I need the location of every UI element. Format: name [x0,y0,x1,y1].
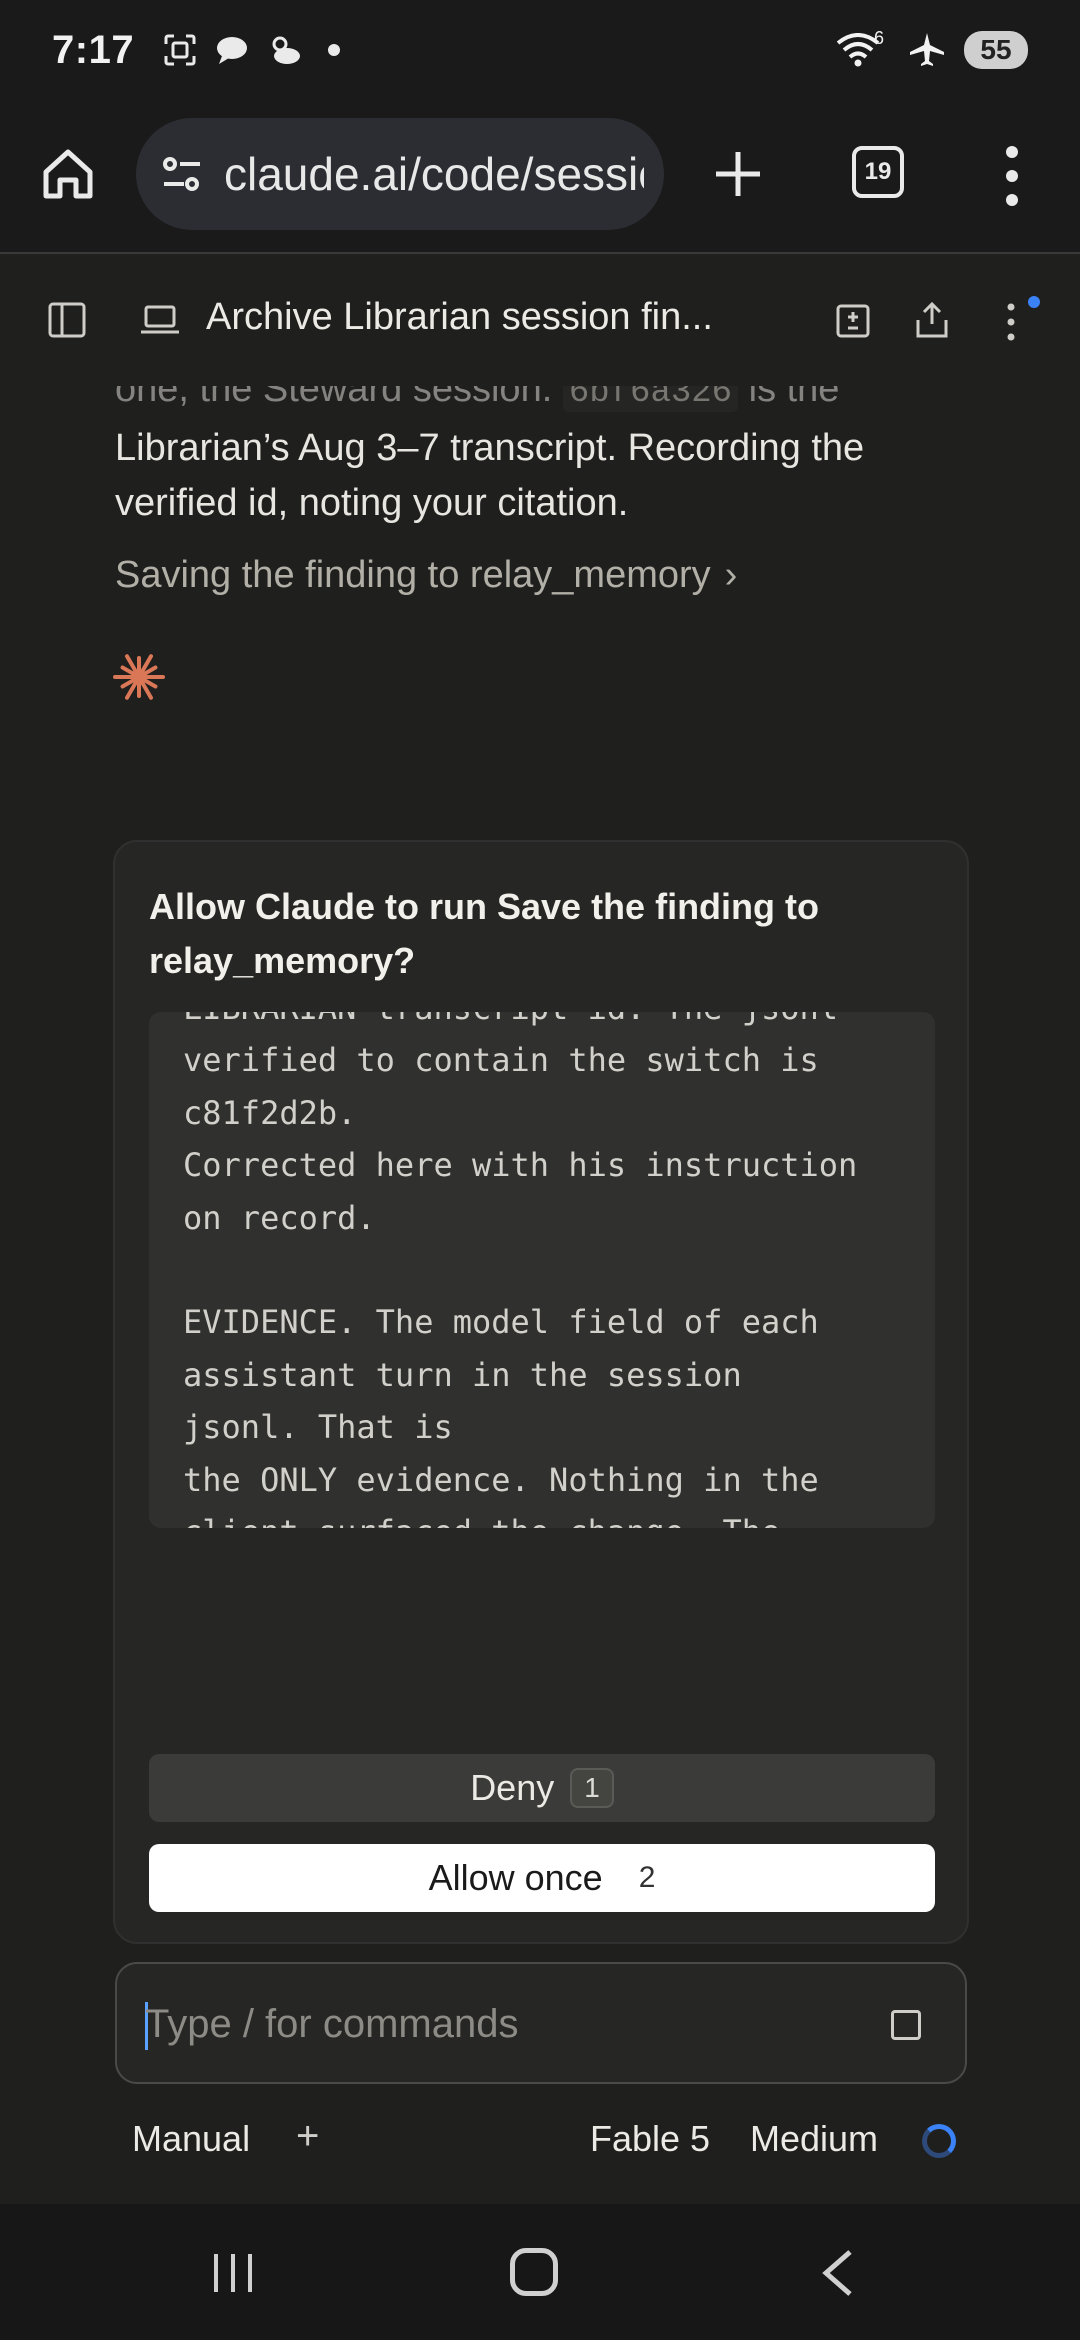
mode-selector[interactable]: Manual [132,2118,250,2160]
tool-call-row[interactable]: Saving the finding to relay_memory › [115,554,737,597]
notification-dot [1028,296,1040,308]
loading-spinner-icon [922,2124,956,2158]
tool-call-label: Saving the finding to relay_memory [115,554,711,596]
sidebar-toggle-icon[interactable] [48,302,86,338]
permission-title: Allow Claude to run Save the finding to … [149,886,820,981]
url-bar[interactable]: claude.ai/code/session [136,118,664,230]
notification-dot [328,44,341,56]
weather-icon [272,36,301,64]
status-time: 7:17 [52,27,135,72]
diff-icon[interactable] [836,304,870,338]
site-settings-icon[interactable] [158,150,206,198]
model-selector[interactable]: Fable 5 [590,2118,710,2160]
screenshot-icon [164,34,196,66]
app-header: Archive Librarian session fin... [0,256,1080,386]
message-line: Librarian’s Aug 3–7 transcript. Recordin… [115,427,865,469]
permission-content-scroll[interactable]: LIBRARIAN transcript id. The jsonl verif… [149,1012,935,1528]
permission-dialog: Allow Claude to run Save the finding to … [113,840,969,1944]
allow-label: Allow once [428,1857,603,1898]
browser-toolbar: claude.ai/code/session 19 [0,100,1080,254]
wifi-label: 6 [873,27,884,48]
laptop-icon [141,305,179,334]
add-button[interactable]: + [296,2114,319,2159]
deny-shortcut: 1 [570,1768,614,1808]
stop-icon[interactable] [891,2010,921,2040]
system-nav-bar [0,2204,1080,2340]
airplane-icon [910,33,944,66]
more-options-icon[interactable] [1006,302,1016,342]
nav-home-icon[interactable] [510,2248,558,2296]
battery-icon: 55 [964,31,1028,69]
effort-selector[interactable]: Medium [750,2118,878,2160]
home-icon[interactable] [38,144,98,204]
deny-button[interactable]: Deny 1 [149,1754,935,1822]
allow-once-button[interactable]: Allow once 2 [149,1844,935,1912]
assistant-message: one, the Steward session. 6bf6a326 is th… [115,362,975,531]
chat-bubble-icon [217,37,248,64]
status-bar: 7:17 6 55 [0,0,1080,100]
browser-menu-icon[interactable] [1000,144,1024,208]
new-tab-icon[interactable] [708,144,768,204]
chevron-right-icon: › [724,554,738,596]
share-icon[interactable] [914,300,950,340]
prompt-input[interactable] [145,1988,865,2060]
composer-controls: Manual + Fable 5 Medium [0,2110,1080,2170]
recents-icon[interactable] [210,2250,256,2296]
allow-shortcut: 2 [638,1861,656,1894]
deny-label: Deny [470,1767,555,1808]
claude-spark-icon [113,654,165,700]
message-line: verified id, noting your citation. [115,482,629,524]
tab-switcher-button[interactable]: 19 [852,146,904,198]
status-notification-icons [162,32,341,68]
url-text[interactable]: claude.ai/code/session [224,147,644,201]
composer [115,1962,967,2084]
session-title[interactable]: Archive Librarian session fin... [206,296,713,339]
back-icon[interactable] [820,2248,854,2298]
permission-content: LIBRARIAN transcript id. The jsonl verif… [183,1012,858,1528]
